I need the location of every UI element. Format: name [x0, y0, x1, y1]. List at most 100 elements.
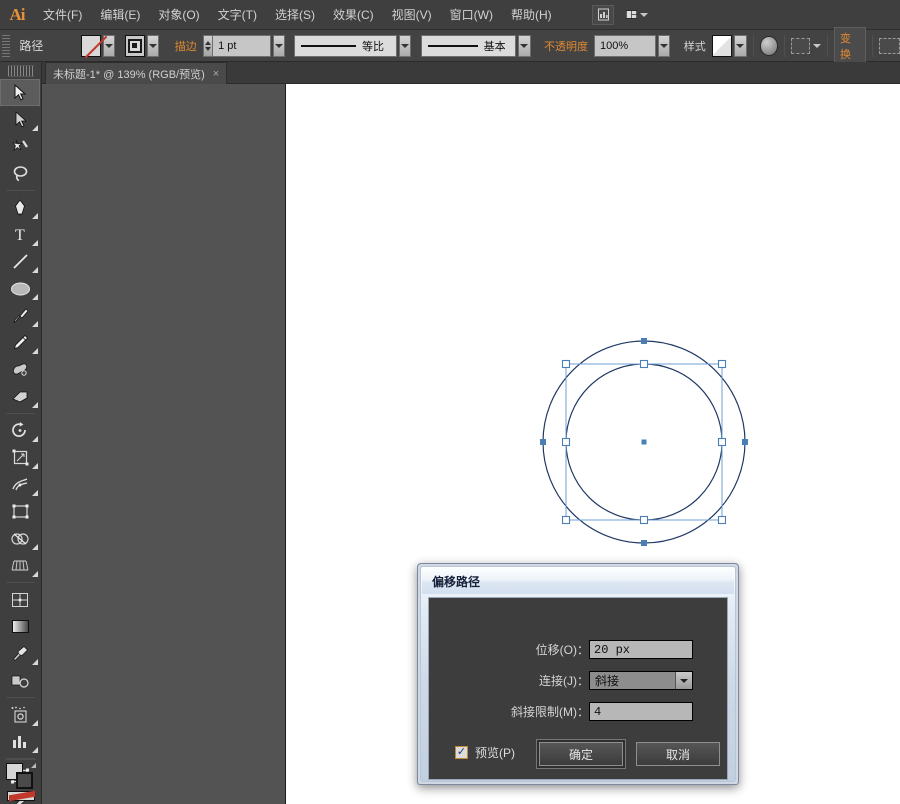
menu-edit[interactable]: 编辑(E)	[91, 0, 149, 30]
chevron-down-icon	[105, 43, 114, 48]
joins-select-value: 斜接	[595, 674, 620, 688]
style-label[interactable]: 样式	[684, 38, 706, 54]
symbol-sprayer-tool[interactable]	[0, 701, 40, 728]
stroke-dropdown-button[interactable]	[147, 34, 160, 57]
selection-tool[interactable]	[0, 79, 40, 106]
eraser-tool[interactable]	[0, 383, 40, 410]
pencil-tool[interactable]	[0, 329, 40, 356]
color-mode-strip[interactable]	[7, 790, 35, 802]
dialog-title-bar[interactable]: 偏移路径	[422, 568, 734, 594]
swap-fill-stroke-icon[interactable]	[31, 763, 36, 768]
free-transform-tool[interactable]	[0, 498, 40, 525]
lasso-tool[interactable]	[0, 160, 40, 187]
stroke-profile-combo[interactable]: 等比	[294, 34, 398, 57]
graphic-style-swatch[interactable]	[711, 34, 733, 57]
opacity-label[interactable]: 不透明度	[544, 38, 588, 54]
dialog-title: 偏移路径	[432, 574, 481, 589]
stroke-weight-label[interactable]: 描边	[175, 38, 197, 54]
chevron-down-icon	[520, 43, 529, 48]
opacity-dropdown-button[interactable]	[658, 34, 671, 57]
type-tool[interactable]: T	[0, 221, 40, 248]
blend-tool[interactable]	[0, 667, 40, 694]
ok-button[interactable]: 确定	[539, 742, 623, 766]
joins-select[interactable]: 斜接	[589, 671, 693, 690]
fill-stroke-controls	[0, 756, 42, 804]
close-icon[interactable]: ×	[213, 68, 219, 80]
menu-window[interactable]: 窗口(W)	[441, 0, 502, 30]
scale-tool[interactable]	[0, 444, 40, 471]
chevron-down-icon	[813, 43, 822, 48]
cancel-button[interactable]: 取消	[636, 742, 720, 766]
eyedropper-tool[interactable]	[0, 640, 40, 667]
align-icon[interactable]	[879, 37, 900, 54]
mesh-tool[interactable]	[0, 586, 40, 613]
workspace-background	[42, 84, 285, 804]
column-graph-tool[interactable]	[0, 728, 40, 755]
preview-checkbox[interactable]: ✓	[455, 746, 468, 759]
document-tab[interactable]: 未标题-1* @ 139% (RGB/预览) ×	[45, 62, 228, 84]
stroke-weight-dropdown-button[interactable]	[272, 34, 285, 57]
chevron-down-icon	[274, 43, 283, 48]
brush-line-icon	[427, 44, 478, 47]
svg-text:T: T	[15, 227, 25, 243]
pen-tool[interactable]	[0, 194, 40, 221]
menu-view[interactable]: 视图(V)	[383, 0, 441, 30]
document-tab-bar: 未标题-1* @ 139% (RGB/预览) ×	[42, 62, 900, 84]
offset-path-dialog[interactable]: 偏移路径 位移(O)： 20 px 连接(J)： 斜接 斜接限制(M)： 4 ✓…	[417, 563, 739, 785]
brush-definition-dropdown-button[interactable]	[518, 34, 531, 57]
chevron-down-icon[interactable]	[675, 672, 692, 689]
ellipse-tool[interactable]	[0, 275, 40, 302]
joins-field-label: 连接(J)：	[539, 674, 589, 688]
stroke-profile-value: 等比	[362, 40, 385, 53]
fill-swatch-none[interactable]	[80, 34, 102, 57]
center-point	[641, 439, 647, 445]
blob-brush-tool[interactable]	[0, 356, 40, 383]
dialog-body: 位移(O)： 20 px 连接(J)： 斜接 斜接限制(M)： 4 ✓ 预览(P…	[428, 597, 728, 780]
chevron-down-icon	[149, 43, 158, 48]
perspective-grid-tool[interactable]	[0, 552, 40, 579]
chevron-down-icon	[401, 43, 410, 48]
menu-file[interactable]: 文件(F)	[34, 0, 91, 30]
menu-type[interactable]: 文字(T)	[209, 0, 266, 30]
width-tool[interactable]	[0, 471, 40, 498]
menu-effect[interactable]: 效果(C)	[324, 0, 383, 30]
line-segment-tool[interactable]	[0, 248, 40, 275]
shape-builder-tool[interactable]	[0, 525, 40, 552]
transform-button[interactable]: 变换	[834, 26, 867, 65]
bridge-icon[interactable]	[592, 4, 614, 25]
offset-input[interactable]: 20 px	[589, 640, 693, 659]
chevron-down-icon	[660, 43, 669, 48]
control-bar-context-label: 路径	[19, 39, 44, 53]
profile-line-icon	[301, 44, 357, 47]
gradient-tool[interactable]	[0, 613, 40, 640]
arrange-documents-icon[interactable]	[626, 5, 648, 25]
rotate-tool[interactable]	[0, 417, 40, 444]
control-bar-grip[interactable]	[2, 34, 11, 57]
brush-definition-combo[interactable]: 基本	[420, 34, 517, 57]
paintbrush-tool[interactable]	[0, 302, 40, 329]
direct-selection-tool[interactable]	[0, 106, 40, 133]
tools-panel: T	[0, 62, 42, 804]
miter-limit-input[interactable]: 4	[589, 702, 693, 721]
stroke-swatch[interactable]	[124, 34, 146, 57]
tools-panel-grip[interactable]	[7, 65, 34, 77]
menu-select[interactable]: 选择(S)	[266, 0, 324, 30]
stroke-indicator[interactable]	[16, 772, 33, 789]
chevron-down-icon	[640, 12, 648, 17]
stroke-profile-dropdown-button[interactable]	[399, 34, 412, 57]
menu-help[interactable]: 帮助(H)	[502, 0, 561, 30]
globe-icon[interactable]	[759, 35, 779, 56]
stroke-weight-field[interactable]: 1 pt	[212, 34, 271, 57]
offset-field-label: 位移(O)：	[535, 643, 589, 657]
document-tab-label: 未标题-1* @ 139% (RGB/预览)	[53, 68, 205, 81]
miter-limit-field-label: 斜接限制(M)：	[511, 705, 589, 719]
opacity-field[interactable]: 100%	[594, 34, 657, 57]
magic-wand-tool[interactable]	[0, 133, 40, 160]
chevron-down-icon	[736, 43, 745, 48]
fill-stroke-swatches[interactable]	[6, 763, 36, 789]
menu-bar: Ai 文件(F) 编辑(E) 对象(O) 文字(T) 选择(S) 效果(C) 视…	[0, 0, 900, 30]
app-logo: Ai	[9, 4, 26, 24]
graphic-style-dropdown-button[interactable]	[734, 34, 747, 57]
menu-object[interactable]: 对象(O)	[149, 0, 208, 30]
recolor-artwork-icon[interactable]	[791, 37, 811, 54]
